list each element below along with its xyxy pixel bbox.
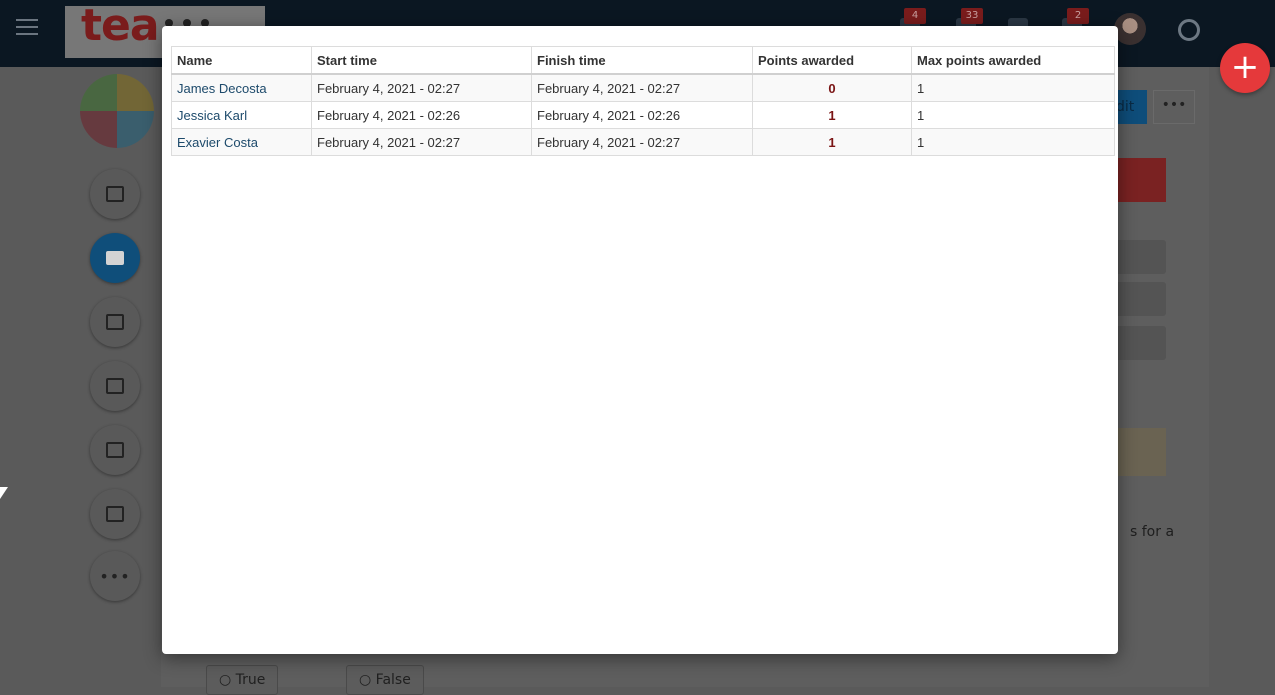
- answer-false-button[interactable]: ○ False: [346, 665, 424, 695]
- folder-icon: [106, 251, 124, 265]
- cell-points: 1: [752, 101, 912, 129]
- messages-badge: 33: [961, 8, 983, 24]
- column-header-start-time[interactable]: Start time: [311, 46, 532, 75]
- sidebar-more-button[interactable]: •••: [90, 551, 140, 601]
- participant-link[interactable]: Exavier Costa: [177, 135, 258, 150]
- logo-text: tea: [81, 6, 160, 51]
- calendar-clock-icon: [106, 314, 124, 330]
- cell-max-points: 1: [911, 128, 1115, 156]
- participant-link[interactable]: Jessica Karl: [177, 108, 247, 123]
- column-header-points[interactable]: Points awarded: [752, 46, 912, 75]
- table-header-row: Name Start time Finish time Points award…: [171, 46, 1115, 75]
- sidebar-presentation-button[interactable]: [90, 489, 140, 539]
- bar-chart-icon: [106, 442, 124, 458]
- column-header-name[interactable]: Name: [171, 46, 312, 75]
- sidebar-files-button[interactable]: [90, 233, 140, 283]
- table-row: James Decosta February 4, 2021 - 02:27 F…: [171, 73, 1115, 102]
- more-options-button[interactable]: •••: [1153, 90, 1195, 124]
- info-banner: [1110, 428, 1166, 476]
- cell-max-points: 1: [911, 101, 1115, 129]
- cell-points: 1: [752, 128, 912, 156]
- cell-start-time: February 4, 2021 - 02:27: [311, 73, 532, 102]
- alert-banner: [1110, 158, 1166, 202]
- cell-max-points: 1: [911, 73, 1115, 102]
- alerts-badge: 2: [1067, 8, 1089, 24]
- answer-true-label: True: [235, 672, 266, 688]
- table-row: Exavier Costa February 4, 2021 - 02:27 F…: [171, 128, 1115, 156]
- user-avatar[interactable]: [1114, 13, 1146, 45]
- sidebar-analytics-button[interactable]: [90, 425, 140, 475]
- answer-true-button[interactable]: ○ True: [206, 665, 279, 695]
- more-dots-icon: •••: [99, 566, 131, 586]
- cell-finish-time: February 4, 2021 - 02:27: [531, 73, 753, 102]
- notifications-badge: 4: [904, 8, 926, 24]
- sidebar-conversations-button[interactable]: [90, 169, 140, 219]
- add-button[interactable]: +: [1220, 43, 1270, 93]
- sidebar-schedule-button[interactable]: [90, 297, 140, 347]
- cell-start-time: February 4, 2021 - 02:26: [311, 101, 532, 129]
- results-modal: Name Start time Finish time Points award…: [162, 26, 1118, 654]
- results-table: Name Start time Finish time Points award…: [171, 46, 1115, 156]
- question-text-fragment: s for a: [1130, 524, 1175, 540]
- chat-icon: [106, 186, 124, 202]
- menu-icon[interactable]: [16, 19, 38, 37]
- monitor-icon: [106, 506, 124, 522]
- answer-false-label: False: [375, 672, 411, 688]
- list-item[interactable]: [1110, 240, 1166, 274]
- list-item[interactable]: [1110, 282, 1166, 316]
- cell-name: Jessica Karl: [171, 101, 312, 129]
- cell-start-time: February 4, 2021 - 02:27: [311, 128, 532, 156]
- column-header-max-points[interactable]: Max points awarded: [911, 46, 1115, 75]
- dashboard-icon: [106, 378, 124, 394]
- column-header-finish-time[interactable]: Finish time: [531, 46, 753, 75]
- cell-name: James Decosta: [171, 73, 312, 102]
- help-icon[interactable]: [1178, 19, 1200, 41]
- cell-points: 0: [752, 73, 912, 102]
- cell-finish-time: February 4, 2021 - 02:27: [531, 128, 753, 156]
- list-item[interactable]: [1110, 326, 1166, 360]
- cell-finish-time: February 4, 2021 - 02:26: [531, 101, 753, 129]
- participant-link[interactable]: James Decosta: [177, 81, 267, 96]
- sidebar-dashboard-button[interactable]: [90, 361, 140, 411]
- mouse-cursor: [0, 487, 8, 499]
- cell-name: Exavier Costa: [171, 128, 312, 156]
- group-logo: [80, 74, 154, 148]
- table-row: Jessica Karl February 4, 2021 - 02:26 Fe…: [171, 101, 1115, 129]
